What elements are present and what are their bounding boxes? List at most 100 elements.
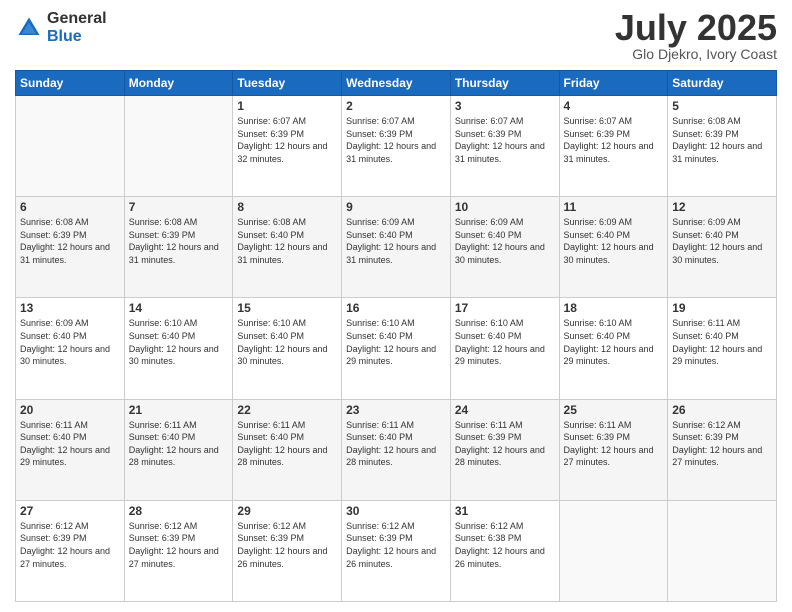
logo-text: General Blue	[47, 10, 107, 45]
day-info: Sunrise: 6:07 AM Sunset: 6:39 PM Dayligh…	[237, 115, 337, 165]
calendar-header-row: SundayMondayTuesdayWednesdayThursdayFrid…	[16, 71, 777, 96]
day-info: Sunrise: 6:11 AM Sunset: 6:40 PM Dayligh…	[672, 317, 772, 367]
day-number: 5	[672, 99, 772, 113]
day-info: Sunrise: 6:10 AM Sunset: 6:40 PM Dayligh…	[237, 317, 337, 367]
calendar-day: 19 Sunrise: 6:11 AM Sunset: 6:40 PM Dayli…	[668, 298, 777, 399]
title-block: July 2025 Glo Djekro, Ivory Coast	[615, 10, 777, 62]
calendar-day: 13Sunrise: 6:09 AM Sunset: 6:40 PM Dayli…	[16, 298, 125, 399]
calendar-day: 7 Sunrise: 6:08 AM Sunset: 6:39 PM Daylig…	[124, 197, 233, 298]
day-number: 14	[129, 301, 229, 315]
calendar-day: 2Sunrise: 6:07 AM Sunset: 6:39 PM Daylig…	[342, 96, 451, 197]
day-number: 4	[564, 99, 664, 113]
day-info: Sunrise: 6:10 AM Sunset: 6:40 PM Dayligh…	[346, 317, 446, 367]
calendar-day: 8 Sunrise: 6:08 AM Sunset: 6:40 PM Daylig…	[233, 197, 342, 298]
day-number: 27	[20, 504, 120, 518]
day-number: 11	[564, 200, 664, 214]
calendar-day: 31 Sunrise: 6:12 AM Sunset: 6:38 PM Dayli…	[450, 500, 559, 601]
day-number: 24	[455, 403, 555, 417]
calendar-day: 6 Sunrise: 6:08 AM Sunset: 6:39 PM Daylig…	[16, 197, 125, 298]
logo-blue-text: Blue	[47, 28, 107, 46]
logo: General Blue	[15, 10, 107, 45]
day-info: Sunrise: 6:07 AM Sunset: 6:39 PM Dayligh…	[455, 115, 555, 165]
day-info: Sunrise: 6:12 AM Sunset: 6:39 PM Dayligh…	[672, 419, 772, 469]
day-number: 19	[672, 301, 772, 315]
day-info: Sunrise: 6:07 AM Sunset: 6:39 PM Dayligh…	[564, 115, 664, 165]
day-number: 6	[20, 200, 120, 214]
day-info: Sunrise: 6:09 AM Sunset: 6:40 PM Dayligh…	[455, 216, 555, 266]
calendar-day: 1 Sunrise: 6:07 AM Sunset: 6:39 PM Daylig…	[233, 96, 342, 197]
day-number: 28	[129, 504, 229, 518]
day-info: Sunrise: 6:10 AM Sunset: 6:40 PM Dayligh…	[455, 317, 555, 367]
title-location: Glo Djekro, Ivory Coast	[615, 46, 777, 62]
calendar-day: 21 Sunrise: 6:11 AM Sunset: 6:40 PM Dayli…	[124, 399, 233, 500]
calendar-day: 24 Sunrise: 6:11 AM Sunset: 6:39 PM Dayli…	[450, 399, 559, 500]
calendar-day: 16 Sunrise: 6:10 AM Sunset: 6:40 PM Dayli…	[342, 298, 451, 399]
calendar-day	[124, 96, 233, 197]
day-info: Sunrise: 6:10 AM Sunset: 6:40 PM Dayligh…	[564, 317, 664, 367]
day-info: Sunrise: 6:08 AM Sunset: 6:40 PM Dayligh…	[237, 216, 337, 266]
calendar-header-friday: Friday	[559, 71, 668, 96]
day-info: Sunrise: 6:09 AM Sunset: 6:40 PM Dayligh…	[346, 216, 446, 266]
day-number: 18	[564, 301, 664, 315]
calendar-day: 29Sunrise: 6:12 AM Sunset: 6:39 PM Dayli…	[233, 500, 342, 601]
day-info: Sunrise: 6:11 AM Sunset: 6:39 PM Dayligh…	[455, 419, 555, 469]
day-number: 12	[672, 200, 772, 214]
day-info: Sunrise: 6:12 AM Sunset: 6:38 PM Dayligh…	[455, 520, 555, 570]
day-number: 15	[237, 301, 337, 315]
day-number: 3	[455, 99, 555, 113]
calendar-day: 3 Sunrise: 6:07 AM Sunset: 6:39 PM Daylig…	[450, 96, 559, 197]
calendar-day: 15 Sunrise: 6:10 AM Sunset: 6:40 PM Dayli…	[233, 298, 342, 399]
day-info: Sunrise: 6:08 AM Sunset: 6:39 PM Dayligh…	[672, 115, 772, 165]
logo-general-text: General	[47, 10, 107, 28]
calendar-day	[668, 500, 777, 601]
calendar-day: 12 Sunrise: 6:09 AM Sunset: 6:40 PM Dayli…	[668, 197, 777, 298]
calendar-day	[559, 500, 668, 601]
title-month: July 2025	[615, 10, 777, 46]
day-number: 13	[20, 301, 120, 315]
calendar-week-row: 13Sunrise: 6:09 AM Sunset: 6:40 PM Dayli…	[16, 298, 777, 399]
calendar-header-thursday: Thursday	[450, 71, 559, 96]
day-info: Sunrise: 6:11 AM Sunset: 6:40 PM Dayligh…	[346, 419, 446, 469]
calendar-day: 20 Sunrise: 6:11 AM Sunset: 6:40 PM Dayli…	[16, 399, 125, 500]
day-number: 25	[564, 403, 664, 417]
page: General Blue July 2025 Glo Djekro, Ivory…	[0, 0, 792, 612]
calendar-table: SundayMondayTuesdayWednesdayThursdayFrid…	[15, 70, 777, 602]
day-number: 20	[20, 403, 120, 417]
calendar-day: 26Sunrise: 6:12 AM Sunset: 6:39 PM Dayli…	[668, 399, 777, 500]
day-info: Sunrise: 6:09 AM Sunset: 6:40 PM Dayligh…	[672, 216, 772, 266]
day-info: Sunrise: 6:11 AM Sunset: 6:40 PM Dayligh…	[20, 419, 120, 469]
day-number: 21	[129, 403, 229, 417]
day-info: Sunrise: 6:08 AM Sunset: 6:39 PM Dayligh…	[20, 216, 120, 266]
logo-icon	[15, 14, 43, 42]
calendar-header-monday: Monday	[124, 71, 233, 96]
calendar-week-row: 6 Sunrise: 6:08 AM Sunset: 6:39 PM Daylig…	[16, 197, 777, 298]
day-number: 7	[129, 200, 229, 214]
day-info: Sunrise: 6:11 AM Sunset: 6:40 PM Dayligh…	[129, 419, 229, 469]
day-number: 9	[346, 200, 446, 214]
calendar-day: 10 Sunrise: 6:09 AM Sunset: 6:40 PM Dayli…	[450, 197, 559, 298]
calendar-day: 22Sunrise: 6:11 AM Sunset: 6:40 PM Dayli…	[233, 399, 342, 500]
calendar-day: 14 Sunrise: 6:10 AM Sunset: 6:40 PM Dayli…	[124, 298, 233, 399]
day-info: Sunrise: 6:09 AM Sunset: 6:40 PM Dayligh…	[564, 216, 664, 266]
day-number: 31	[455, 504, 555, 518]
day-info: Sunrise: 6:12 AM Sunset: 6:39 PM Dayligh…	[129, 520, 229, 570]
day-info: Sunrise: 6:12 AM Sunset: 6:39 PM Dayligh…	[237, 520, 337, 570]
calendar-day: 28 Sunrise: 6:12 AM Sunset: 6:39 PM Dayli…	[124, 500, 233, 601]
calendar-header-saturday: Saturday	[668, 71, 777, 96]
day-number: 17	[455, 301, 555, 315]
day-number: 1	[237, 99, 337, 113]
calendar-day: 23Sunrise: 6:11 AM Sunset: 6:40 PM Dayli…	[342, 399, 451, 500]
calendar-day	[16, 96, 125, 197]
day-info: Sunrise: 6:11 AM Sunset: 6:40 PM Dayligh…	[237, 419, 337, 469]
calendar-week-row: 1 Sunrise: 6:07 AM Sunset: 6:39 PM Daylig…	[16, 96, 777, 197]
header: General Blue July 2025 Glo Djekro, Ivory…	[15, 10, 777, 62]
day-info: Sunrise: 6:10 AM Sunset: 6:40 PM Dayligh…	[129, 317, 229, 367]
day-info: Sunrise: 6:11 AM Sunset: 6:39 PM Dayligh…	[564, 419, 664, 469]
day-number: 10	[455, 200, 555, 214]
calendar-day: 30Sunrise: 6:12 AM Sunset: 6:39 PM Dayli…	[342, 500, 451, 601]
day-number: 8	[237, 200, 337, 214]
calendar-day: 25 Sunrise: 6:11 AM Sunset: 6:39 PM Dayli…	[559, 399, 668, 500]
day-number: 16	[346, 301, 446, 315]
day-info: Sunrise: 6:08 AM Sunset: 6:39 PM Dayligh…	[129, 216, 229, 266]
calendar-header-sunday: Sunday	[16, 71, 125, 96]
